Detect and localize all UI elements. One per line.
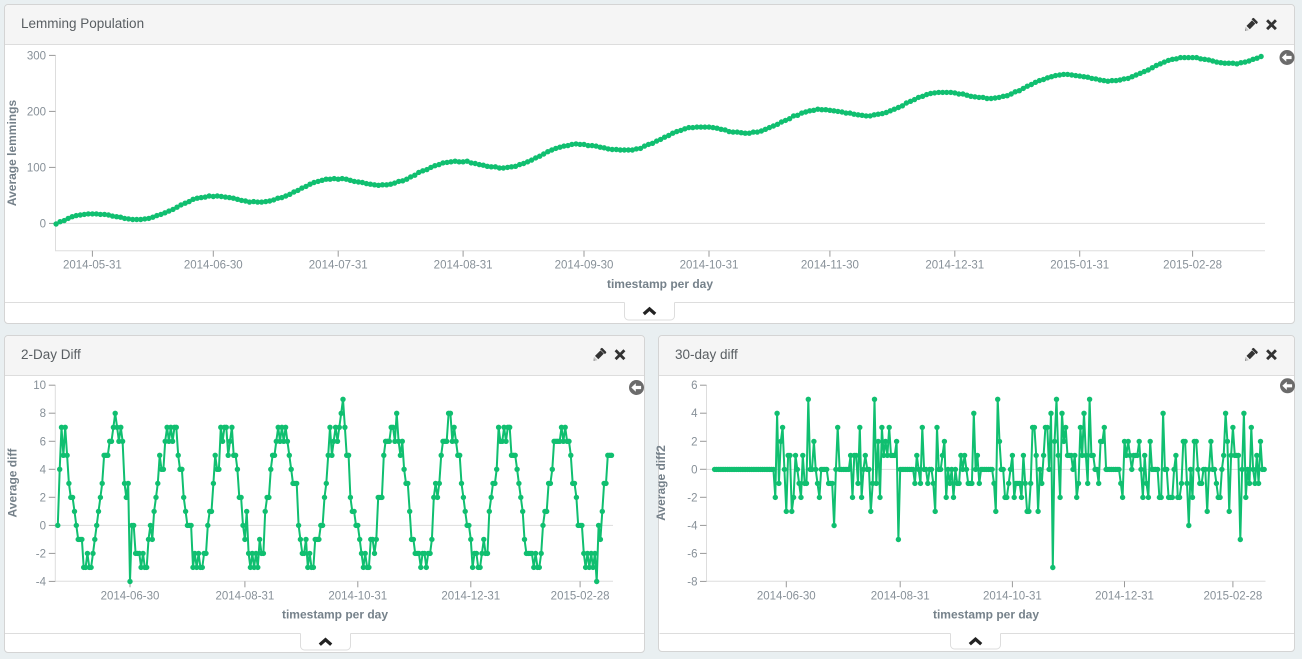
svg-text:2014-09-30: 2014-09-30 bbox=[555, 260, 614, 272]
svg-text:2014-06-30: 2014-06-30 bbox=[757, 591, 816, 603]
svg-text:timestamp per day: timestamp per day bbox=[607, 277, 713, 291]
svg-text:8: 8 bbox=[40, 408, 46, 420]
svg-text:100: 100 bbox=[27, 162, 46, 174]
svg-text:300: 300 bbox=[27, 50, 46, 62]
svg-text:-4: -4 bbox=[36, 576, 47, 588]
svg-text:-2: -2 bbox=[36, 548, 46, 560]
svg-text:2014-08-31: 2014-08-31 bbox=[434, 260, 493, 272]
svg-text:2015-02-28: 2015-02-28 bbox=[1163, 260, 1222, 272]
svg-text:2014-05-31: 2014-05-31 bbox=[63, 260, 122, 272]
svg-text:6: 6 bbox=[691, 380, 697, 392]
svg-text:-2: -2 bbox=[687, 492, 697, 504]
svg-text:-8: -8 bbox=[687, 576, 697, 588]
svg-text:2015-01-31: 2015-01-31 bbox=[1050, 260, 1109, 272]
svg-text:2014-06-30: 2014-06-30 bbox=[101, 591, 160, 603]
svg-text:2014-10-31: 2014-10-31 bbox=[680, 260, 739, 272]
svg-text:-4: -4 bbox=[687, 520, 698, 532]
svg-text:2015-02-28: 2015-02-28 bbox=[551, 591, 610, 603]
svg-text:Average diff: Average diff bbox=[6, 448, 20, 518]
svg-text:200: 200 bbox=[27, 106, 46, 118]
svg-text:2: 2 bbox=[691, 436, 697, 448]
svg-text:Average diff2: Average diff2 bbox=[654, 445, 668, 521]
svg-text:0: 0 bbox=[40, 520, 46, 532]
svg-text:timestamp per day: timestamp per day bbox=[933, 608, 1039, 622]
svg-text:6: 6 bbox=[40, 436, 46, 448]
svg-text:2014-12-31: 2014-12-31 bbox=[1095, 591, 1154, 603]
svg-text:timestamp per day: timestamp per day bbox=[282, 608, 388, 622]
svg-text:4: 4 bbox=[40, 464, 47, 476]
svg-text:4: 4 bbox=[691, 408, 698, 420]
svg-text:2014-12-31: 2014-12-31 bbox=[925, 260, 984, 272]
svg-text:2014-08-31: 2014-08-31 bbox=[215, 591, 274, 603]
svg-text:Average lemmings: Average lemmings bbox=[5, 100, 19, 207]
svg-text:2014-10-31: 2014-10-31 bbox=[983, 591, 1042, 603]
svg-text:2014-12-31: 2014-12-31 bbox=[441, 591, 500, 603]
svg-text:2: 2 bbox=[40, 492, 46, 504]
svg-text:0: 0 bbox=[40, 218, 46, 230]
svg-text:2014-11-30: 2014-11-30 bbox=[801, 260, 859, 272]
svg-text:2014-06-30: 2014-06-30 bbox=[184, 260, 243, 272]
svg-text:2014-08-31: 2014-08-31 bbox=[871, 591, 930, 603]
svg-text:2015-02-28: 2015-02-28 bbox=[1203, 591, 1262, 603]
svg-text:2014-10-31: 2014-10-31 bbox=[328, 591, 387, 603]
svg-text:-6: -6 bbox=[687, 548, 697, 560]
svg-text:2014-07-31: 2014-07-31 bbox=[309, 260, 368, 272]
svg-text:10: 10 bbox=[33, 380, 46, 392]
svg-text:0: 0 bbox=[691, 464, 697, 476]
